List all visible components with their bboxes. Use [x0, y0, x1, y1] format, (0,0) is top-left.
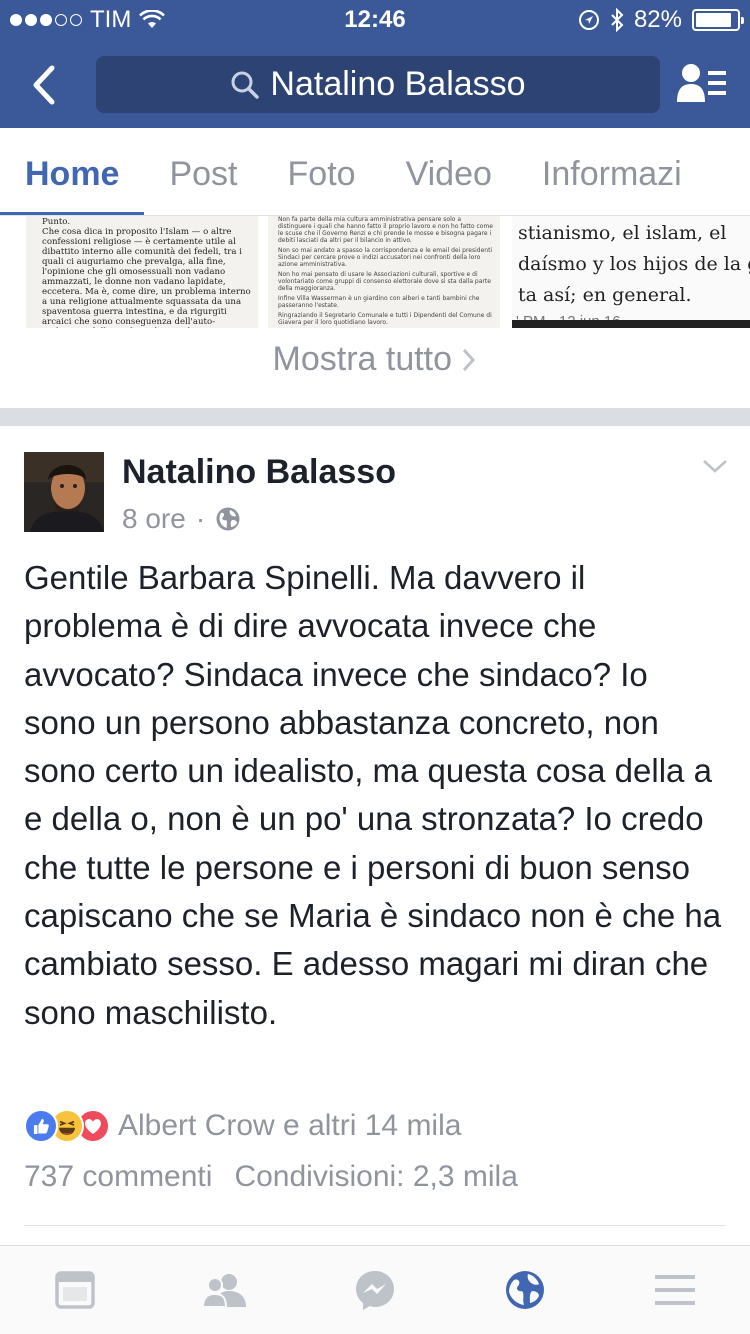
show-all-label: Mostra tutto: [272, 340, 453, 378]
tab-messenger[interactable]: [345, 1260, 405, 1320]
friend-requests-icon[interactable]: [676, 62, 728, 106]
photo-tweet-line-3: ta así; en general.: [518, 284, 692, 306]
bottom-tab-bar: [0, 1245, 750, 1334]
messenger-icon: [356, 1271, 394, 1310]
chevron-down-icon[interactable]: [702, 458, 728, 474]
post-meta: 8 ore ·: [122, 503, 241, 535]
bluetooth-icon: [611, 8, 624, 32]
show-all-link[interactable]: Mostra tutto: [0, 340, 750, 379]
page-tabs: Home Post Foto Video Informazi: [0, 128, 750, 216]
battery-icon: [692, 9, 744, 31]
globe-icon: [216, 507, 240, 531]
tab-home[interactable]: Home: [0, 128, 145, 215]
reactions-summary[interactable]: Albert Crow e altri 14 mila: [24, 1106, 461, 1146]
location-arrow-icon: [578, 10, 599, 30]
tab-post[interactable]: Post: [144, 128, 262, 215]
tab-menu[interactable]: [645, 1260, 705, 1320]
post-text: Gentile Barbara Spinelli. Ma davvero il …: [24, 559, 722, 1031]
avatar-image: [24, 452, 104, 532]
post-time[interactable]: 8 ore: [122, 503, 186, 535]
section-divider: [0, 408, 750, 426]
photo-document-text: Non fa parte della mia cultura amministr…: [278, 216, 493, 326]
search-input[interactable]: Natalino Balasso: [270, 65, 525, 104]
chevron-right-icon: [463, 348, 476, 372]
shares-count[interactable]: Condivisioni: 2,3 mila: [234, 1160, 517, 1194]
like-reaction-icon: [24, 1109, 58, 1143]
photo-strip: Punto. Che cosa dica in proposito l'Isla…: [0, 216, 750, 328]
battery-percent: 82%: [633, 6, 682, 33]
search-bar[interactable]: Natalino Balasso: [96, 56, 660, 113]
tab-foto[interactable]: Foto: [263, 128, 381, 215]
comments-count[interactable]: 737 commenti: [24, 1160, 212, 1194]
search-icon: [231, 71, 260, 99]
tab-video[interactable]: Video: [381, 128, 517, 215]
avatar[interactable]: [24, 452, 104, 532]
notifications-globe-icon: [506, 1271, 544, 1309]
tab-news-feed[interactable]: [45, 1260, 105, 1320]
menu-icon: [655, 1275, 695, 1305]
photo-article-text: Punto. Che cosa dica in proposito l'Isla…: [42, 217, 251, 328]
post-divider: [24, 1225, 726, 1226]
reactions-text: Albert Crow e altri 14 mila: [118, 1109, 462, 1142]
photo-tweet-line-1: stianismo, el islam, el: [518, 222, 727, 244]
news-feed-icon: [55, 1271, 95, 1309]
post-author-name[interactable]: Natalino Balasso: [122, 453, 396, 492]
post-counts: 737 commenti Condivisioni: 2,3 mila: [24, 1160, 518, 1194]
status-bar: TIM 12:46 82%: [0, 0, 750, 40]
top-bar: TIM 12:46 82% Natalino Balasso: [0, 0, 750, 128]
photo-tweet-screenshot[interactable]: stianismo, el islam, el daísmo y los hij…: [512, 216, 750, 328]
tab-informazioni[interactable]: Informazi: [517, 128, 707, 215]
tab-friends[interactable]: [195, 1260, 255, 1320]
back-chevron-icon[interactable]: [24, 62, 64, 108]
reaction-icons: [24, 1109, 110, 1143]
tab-notifications[interactable]: [495, 1260, 555, 1320]
photo-document[interactable]: Non fa parte della mia cultura amministr…: [268, 216, 500, 328]
post-meta-separator: ·: [195, 503, 206, 534]
photo-tweet-line-2: daísmo y los hijos de la gran: [518, 253, 750, 275]
photo-newspaper-article[interactable]: Punto. Che cosa dica in proposito l'Isla…: [26, 216, 258, 328]
friends-icon: [202, 1274, 246, 1308]
